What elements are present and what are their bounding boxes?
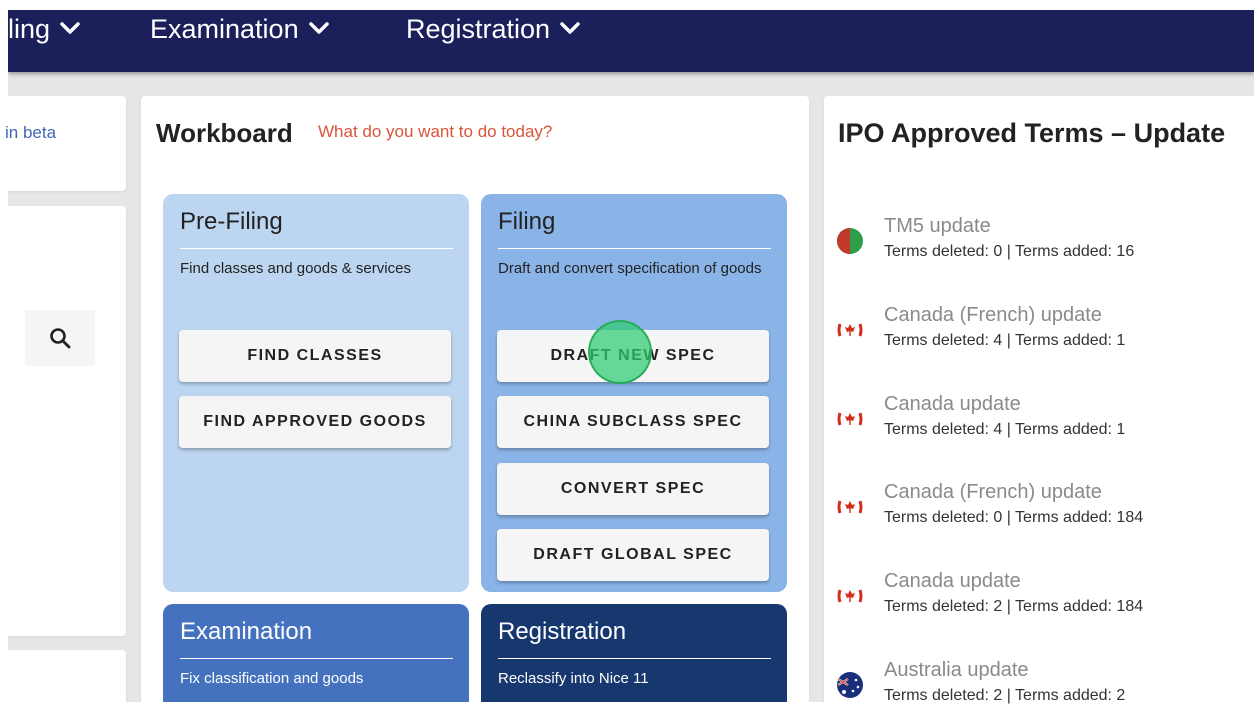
examination-title: Examination (180, 618, 313, 645)
chevron-down-icon (60, 22, 80, 34)
find-approved-goods-button[interactable]: FIND APPROVED GOODS (179, 396, 451, 448)
ipo-updates-title: IPO Approved Terms – Update (838, 118, 1226, 148)
draft-new-spec-button[interactable]: DRAFT NEW SPEC (497, 330, 769, 382)
canada-flag-icon (836, 582, 864, 610)
nav-item-registration[interactable]: Registration (406, 14, 580, 44)
beta-card (8, 96, 126, 191)
update-detail: Terms deleted: 0 | Terms added: 16 (884, 243, 1135, 260)
canada-flag-icon (836, 493, 864, 521)
workboard-subtitle: What do you want to do today? (318, 122, 553, 141)
canada-flag-icon (836, 316, 864, 344)
update-detail: Terms deleted: 4 | Terms added: 1 (884, 421, 1126, 438)
divider (498, 658, 771, 659)
update-title: Canada (French) update (884, 481, 1102, 503)
update-title: Canada (French) update (884, 304, 1102, 326)
divider (180, 658, 453, 659)
nav-item-label: Examination (150, 13, 299, 44)
divider (180, 248, 453, 249)
left-bottom-card (8, 650, 126, 702)
filing-description: Draft and convert specification of goods (498, 260, 762, 277)
search-button[interactable] (25, 310, 95, 366)
filing-tile: Filing Draft and convert specification o… (481, 194, 787, 592)
canada-flag-icon (836, 405, 864, 433)
nav-item-examination[interactable]: Examination (150, 14, 329, 44)
update-detail: Terms deleted: 2 | Terms added: 184 (884, 598, 1144, 615)
update-detail: Terms deleted: 0 | Terms added: 184 (884, 509, 1144, 526)
registration-description: Reclassify into Nice 11 (498, 670, 649, 687)
find-classes-button[interactable]: FIND CLASSES (179, 330, 451, 382)
prefiling-description: Find classes and goods & services (180, 260, 411, 277)
draft-global-spec-button[interactable]: DRAFT GLOBAL SPEC (497, 529, 769, 581)
divider (498, 248, 771, 249)
update-detail: Terms deleted: 2 | Terms added: 2 (884, 687, 1126, 704)
tm5-icon (836, 227, 864, 255)
nav-item-filing[interactable]: ling (8, 14, 80, 44)
prefiling-tile: Pre-Filing Find classes and goods & serv… (163, 194, 469, 592)
update-title: TM5 update (884, 215, 991, 237)
search-card (8, 206, 126, 636)
registration-title: Registration (498, 618, 627, 645)
update-title: Canada update (884, 393, 1021, 415)
nav-item-label: ling (8, 13, 51, 44)
chevron-down-icon (560, 22, 580, 34)
nav-item-label: Registration (406, 13, 551, 44)
filing-title: Filing (498, 208, 556, 235)
examination-tile: Examination Fix classification and goods (163, 604, 469, 702)
australia-flag-icon (836, 671, 864, 699)
update-detail: Terms deleted: 4 | Terms added: 1 (884, 332, 1126, 349)
prefiling-title: Pre-Filing (180, 208, 283, 235)
update-title: Canada update (884, 570, 1021, 592)
update-title: Australia update (884, 659, 1029, 681)
china-subclass-spec-button[interactable]: CHINA SUBCLASS SPEC (497, 396, 769, 448)
beta-label[interactable]: in beta (5, 123, 56, 143)
chevron-down-icon (308, 22, 329, 34)
registration-tile: Registration Reclassify into Nice 11 (481, 604, 787, 702)
search-icon (50, 328, 71, 349)
workboard-title: Workboard (156, 118, 293, 148)
convert-spec-button[interactable]: CONVERT SPEC (497, 463, 769, 515)
top-nav: ling Examination Registration (8, 10, 1254, 72)
examination-description: Fix classification and goods (180, 670, 364, 687)
